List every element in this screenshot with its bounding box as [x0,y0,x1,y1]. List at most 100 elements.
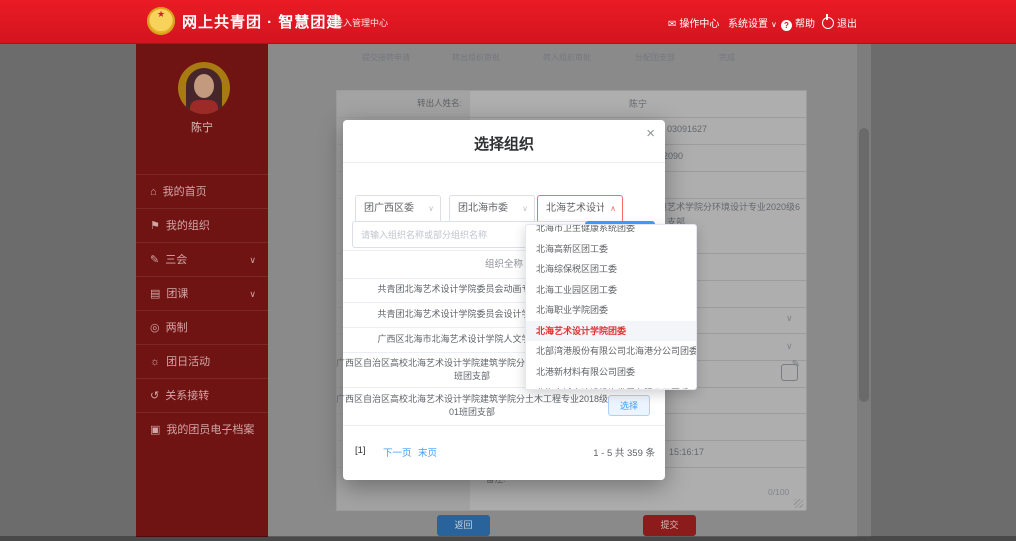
dropdown-item[interactable]: 北海市卫生健康系统团委 [526,224,696,238]
page-title: 网上共青团 · 智慧团建 [182,11,342,32]
sidebar-item-label: 我的团员电子档案 [166,424,254,436]
divider [343,162,665,163]
dropdown-item[interactable]: 北港新材料有限公司团委 [526,362,696,382]
modal-title: 选择组织 [343,133,665,154]
sidebar-item-three-meetings[interactable]: ✎ 三会 ∨ [136,242,268,277]
sidebar-item-two-systems[interactable]: ◎ 两制 [136,310,268,345]
sidebar-item-league-day-activity[interactable]: ☼ 团日活动 [136,344,268,379]
pagination-info: 1 - 5 共 359 条 [593,445,655,459]
resize-grip-icon[interactable] [794,499,803,508]
id-number-fragment: 03091627 [667,124,707,134]
page-number[interactable]: [1] [355,445,366,456]
sidebar: 陈宁 ⌂ 我的首页 ⚑ 我的组织 ✎ 三会 ∨ ▤ 团课 ∨ ◎ 两制 ☼ 团日活动 ↺ 关系… [136,43,268,537]
submit-button[interactable]: 提交 [643,515,696,536]
pencil-icon: ✎ [150,254,159,266]
last-page-link[interactable]: 末页 [418,445,437,459]
nav-logout[interactable]: 退出 [822,15,857,30]
city-select-beihai[interactable]: 团北海市委 ∨ [449,195,535,223]
step-out-approve: 转出组织审批 [452,52,500,63]
target-icon: ◎ [150,322,160,334]
dropdown-item[interactable]: 北海工业园区团工委 [526,280,696,300]
sidebar-item-home[interactable]: ⌂ 我的首页 [136,174,268,209]
org-name: 班团支部 [454,370,490,383]
nav-help[interactable]: ?帮助 [781,15,815,31]
nav-label: 退出 [837,19,857,30]
row-divider [336,117,806,118]
enter-admin-link[interactable]: 进入管理中心 [334,16,388,29]
sidebar-item-label: 两制 [166,322,188,334]
sidebar-item-relationship-transfer[interactable]: ↺ 关系接转 [136,378,268,413]
chevron-up-icon: ∧ [610,196,616,222]
chevron-down-icon[interactable]: ∨ [786,313,793,324]
row-divider [336,510,806,511]
sidebar-item-member-archive[interactable]: ▣ 我的团员电子档案 [136,412,268,447]
power-icon [822,17,834,29]
select-row-button[interactable]: 选择 [608,395,650,416]
step-done: 完成 [719,52,735,63]
back-button[interactable]: 返回 [437,515,490,536]
org-name-fragment-line1: 境艺术学院分环境设计专业2020级6 [658,200,800,213]
chevron-down-icon[interactable]: ∨ [786,341,793,352]
nav-label: 系统设置 [728,19,768,30]
chevron-down-icon: ∨ [249,277,256,311]
document-icon: ▣ [150,424,160,436]
dropdown-item-selected[interactable]: 北海艺术设计学院团委 [526,321,696,341]
home-icon: ⌂ [150,186,157,198]
step-in-approve: 转入组织审批 [543,52,591,63]
char-counter: 0/100 [768,487,789,497]
sidebar-item-label: 关系接转 [165,390,209,402]
select-value: 团北海市委 [458,196,520,222]
step-assign-branch: 分配团支部 [635,52,675,63]
dropdown-item[interactable]: 北海高新区团工委 [526,239,696,259]
organization-icon: ⚑ [150,220,160,232]
nav-label: 操作中心 [679,19,719,30]
folder-icon: ▤ [150,288,160,300]
org-select-open[interactable]: 北海艺术设计 ∧ [537,195,623,223]
select-value: 北海艺术设计 [546,196,604,222]
scrollbar-thumb[interactable] [859,128,869,402]
nav-label: 帮助 [795,19,815,30]
header: ★ 网上共青团 · 智慧团建 进入管理中心 ✉操作中心 系统设置∨ ?帮助 退出 [0,0,1016,44]
nav-system-settings[interactable]: 系统设置∨ [728,15,777,30]
sidebar-username: 陈宁 [136,119,268,135]
league-emblem-logo: ★ [147,7,175,35]
org-name: 01班团支部 [449,406,495,419]
chevron-down-icon: ∨ [771,20,777,29]
sidebar-item-my-organization[interactable]: ⚑ 我的组织 [136,208,268,243]
transfer-name-label: 转出人姓名: [336,97,462,109]
sidebar-item-label: 我的组织 [166,220,210,232]
org-dropdown-panel: 北海市卫生健康系统团委 北海高新区团工委 北海综保税区团工委 北海工业园区团工委… [525,224,697,390]
chevron-down-icon: ∨ [428,196,434,222]
transfer-name-value: 陈宁 [470,97,806,110]
timestamp-fragment: 15:16:17 [669,447,704,457]
activity-icon: ☼ [150,356,160,368]
transfer-icon: ↺ [150,390,159,402]
chevron-down-icon: ∨ [249,243,256,277]
region-select-guangxi[interactable]: 团广西区委 ∨ [355,195,441,223]
table-row: 广西区自治区高校北海艺术设计学院建筑学院分土木工程专业2018级01班团支部 选… [343,387,665,426]
avatar [178,62,230,114]
select-value: 团广西区委 [364,196,426,222]
dropdown-item[interactable]: 北海职业学院团委 [526,300,696,320]
app: 提交接转申请 转出组织审批 转入组织审批 分配团支部 完成 转出人姓名: 陈宁 … [0,0,1016,541]
sidebar-item-label: 团日活动 [166,356,210,368]
dropdown-item[interactable]: 北部湾港股份有限公司北海港分公司团委 [526,341,696,361]
edit-icon[interactable] [781,364,798,381]
dropdown-item[interactable]: 北海综保税区团工委 [526,259,696,279]
sidebar-item-label: 三会 [165,254,187,266]
sidebar-item-league-class[interactable]: ▤ 团课 ∨ [136,276,268,311]
pagination: [1] 下一页 末页 1 - 5 共 359 条 [343,445,665,465]
footer-strip [0,536,1016,541]
next-page-link[interactable]: 下一页 [383,445,412,459]
row-divider [336,90,806,91]
help-icon: ? [781,20,792,31]
close-icon[interactable]: × [646,125,655,142]
chevron-down-icon: ∨ [522,196,528,222]
envelope-icon: ✉ [668,19,676,30]
nav-operation-center[interactable]: ✉操作中心 [668,15,719,30]
sidebar-item-label: 我的首页 [163,186,207,198]
sidebar-item-label: 团课 [166,288,188,300]
org-name: 广西区自治区高校北海艺术设计学院建筑学院分土木工程专业2018级 [336,393,608,406]
dropdown-item[interactable]: 北海市城市建设投资发展有限公司团委 [526,383,696,390]
star-icon: ★ [147,9,175,20]
